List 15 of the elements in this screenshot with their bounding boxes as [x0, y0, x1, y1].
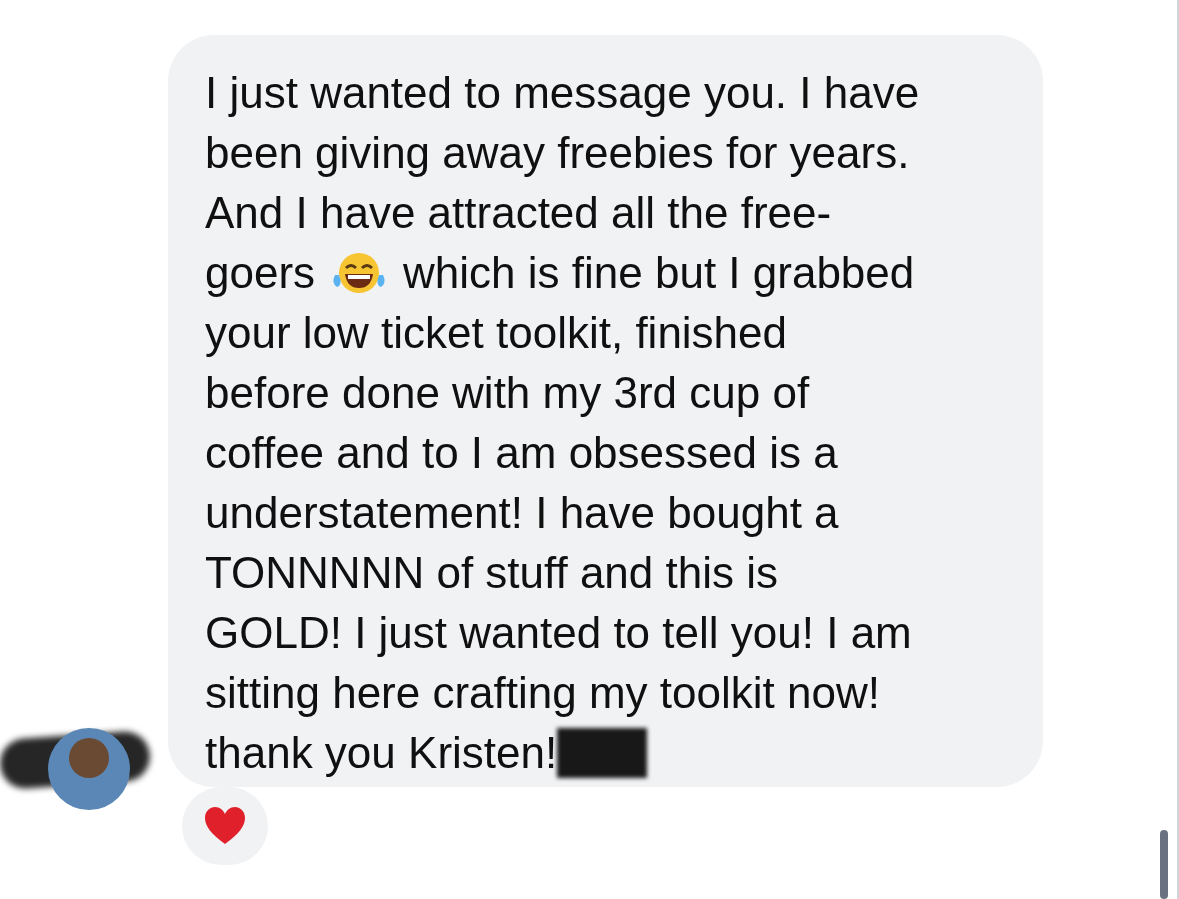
message-text: GOLD! I just wanted to tell you! I am: [205, 607, 912, 659]
message-text: coffee and to I am obsessed is a: [205, 427, 838, 479]
message-text: been giving away freebies for years.: [205, 127, 910, 179]
message-text: which is fine but I grabbed: [403, 247, 915, 299]
message-text: And I have attracted all the free-: [205, 187, 832, 239]
message-text: thank you Kristen!: [205, 727, 558, 779]
message-text: your low ticket toolkit, finished: [205, 307, 788, 359]
scrollbar: [1160, 830, 1168, 899]
message-text: before done with my 3rd cup of: [205, 367, 810, 419]
message-text: TONNNNN of stuff and this is: [205, 547, 778, 599]
heart-icon: [203, 806, 247, 846]
message-text: goers: [205, 247, 316, 299]
message-text: understatement! I have bought a: [205, 487, 839, 539]
message-text: sitting here crafting my toolkit now!: [205, 667, 880, 719]
message-text: I just wanted to message you. I have: [205, 67, 920, 119]
